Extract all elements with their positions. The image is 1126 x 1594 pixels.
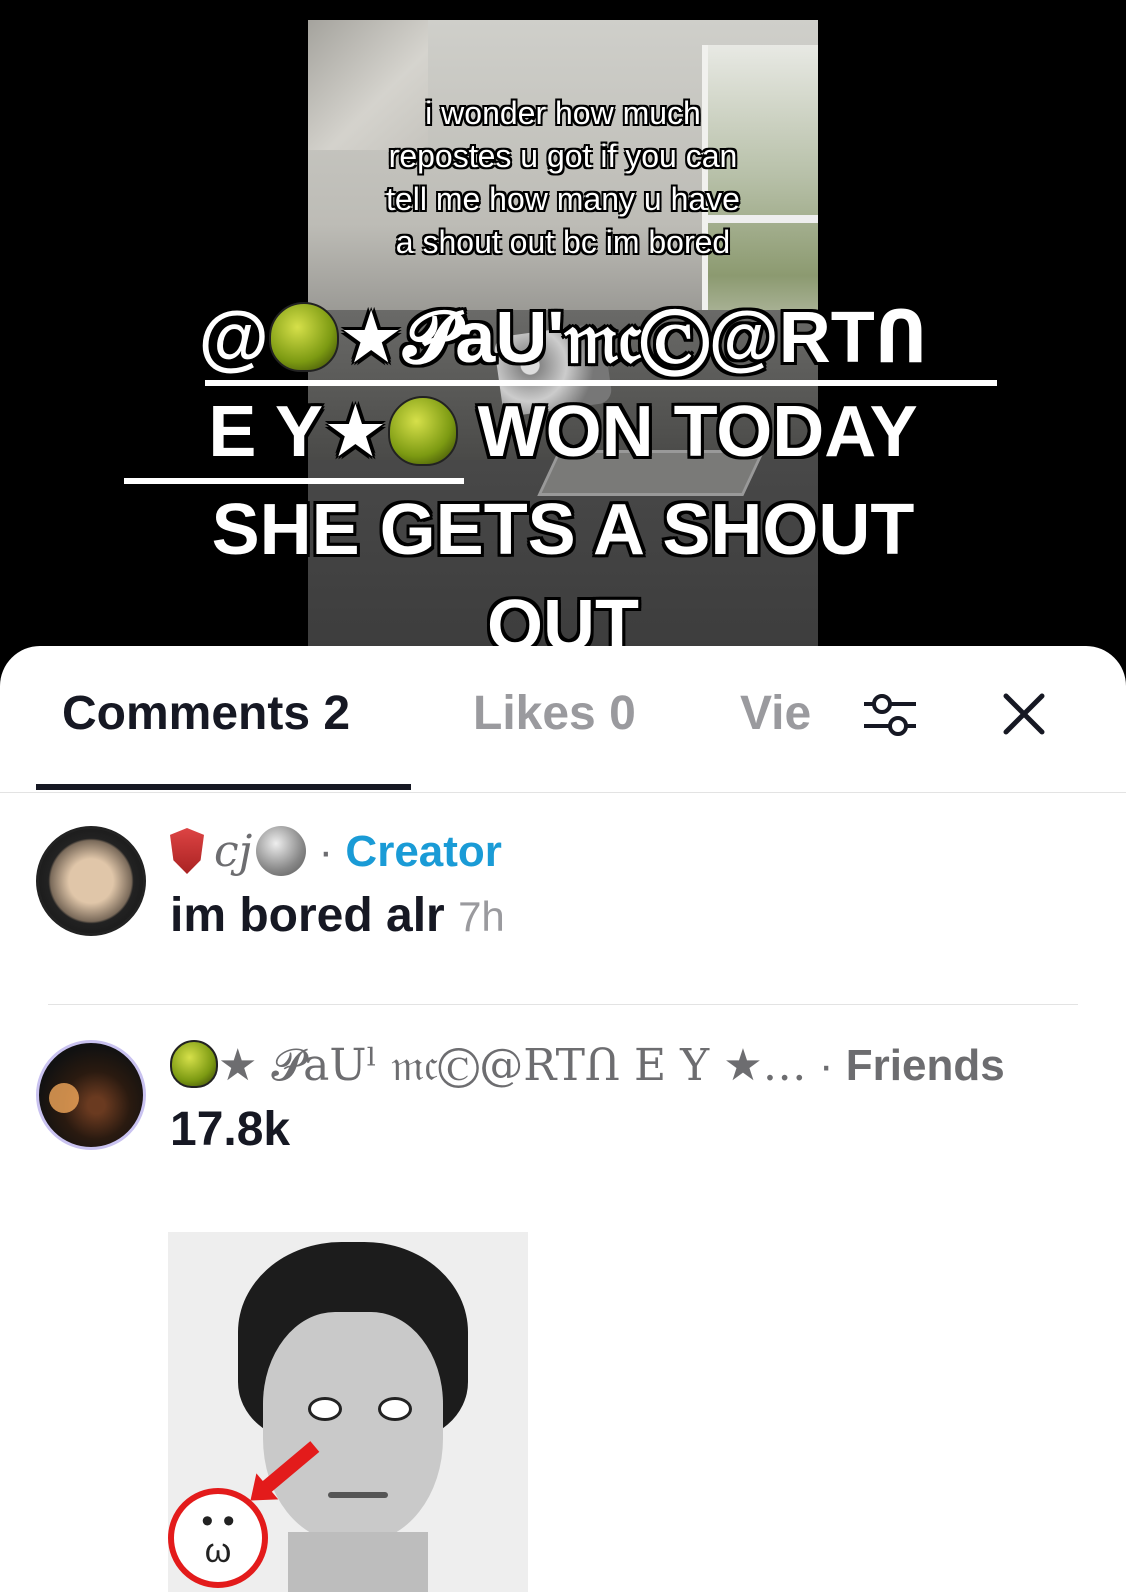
close-button[interactable] [994, 686, 1054, 746]
photo-eye [308, 1397, 342, 1421]
photo-neck [288, 1532, 428, 1592]
filter-icon [864, 694, 916, 736]
beetle-icon [387, 396, 458, 466]
video-caption-small: i wonder how much repostes u got if you … [0, 92, 1126, 264]
active-tab-indicator [36, 784, 411, 790]
comment-text-row: 17.8k [170, 1100, 290, 1160]
sticker-face: • • ω [168, 1488, 268, 1588]
beetle-icon [170, 1040, 218, 1088]
comment-header: ★ 𝓟aUˡ 𝔪𝔠Ⓒ@RTՈ E Y ★… · Friends [170, 1038, 1005, 1094]
avatar[interactable] [36, 826, 146, 936]
mention-name-end: E Y★ [208, 392, 388, 472]
filter-button[interactable] [860, 686, 920, 746]
caption-line: i wonder how much [425, 95, 701, 131]
comments-sheet: Comments 2 Likes 0 Vie cj · Creator im b… [0, 646, 1126, 1594]
comment-username[interactable]: ★ 𝓟aUˡ 𝔪𝔠Ⓒ@RTՈ E Y ★… [218, 1040, 807, 1091]
separator-dot: · [318, 827, 334, 876]
shield-icon [170, 828, 204, 874]
video-player[interactable]: i wonder how much repostes u got if you … [0, 0, 1126, 700]
beetle-icon [268, 302, 339, 372]
tab-likes[interactable]: Likes 0 [473, 686, 636, 741]
caption-line: tell me how many u have [386, 181, 740, 217]
coin-icon [256, 826, 307, 876]
photo-eye [378, 1397, 412, 1421]
sheet-tab-bar: Comments 2 Likes 0 Vie [0, 646, 1126, 793]
comment-image[interactable]: • • ω [168, 1232, 528, 1592]
friends-label: Friends [845, 1041, 1005, 1090]
caption-won-line: E Y★ WON TODAY [0, 384, 1126, 480]
creator-label: Creator [345, 827, 502, 876]
comment-divider [48, 1004, 1078, 1005]
close-icon [1003, 693, 1045, 735]
tab-comments[interactable]: Comments 2 [62, 686, 350, 741]
comment-text: im bored alr [170, 889, 445, 942]
photo-mouth [328, 1492, 388, 1498]
caption-line: a shout out bc im bored [395, 224, 731, 260]
separator-dot: · [818, 1041, 834, 1090]
caption-line-3: SHE GETS A SHOUT [211, 490, 915, 570]
avatar[interactable] [36, 1040, 146, 1150]
comment-text-row: im bored alr 7h [170, 886, 505, 947]
caption-mention-line: @ ★𝓟aU'𝔪𝔠Ⓒ@RTՈ [0, 290, 1126, 386]
comment-username[interactable]: cj [214, 826, 252, 877]
tab-views[interactable]: Vie [740, 686, 830, 741]
photo-face [263, 1312, 443, 1542]
mention-name: ★𝓟aU'𝔪𝔠Ⓒ@RTՈ [338, 298, 928, 378]
sticker-text: • • ω [201, 1502, 235, 1570]
comment-text: 17.8k [170, 1103, 291, 1156]
mention-symbol: @ [198, 298, 269, 378]
won-text: WON TODAY [457, 392, 918, 472]
comment-header: cj · Creator [170, 824, 502, 880]
comment-time: 7h [458, 893, 505, 940]
caption-line: repostes u got if you can [388, 138, 738, 174]
